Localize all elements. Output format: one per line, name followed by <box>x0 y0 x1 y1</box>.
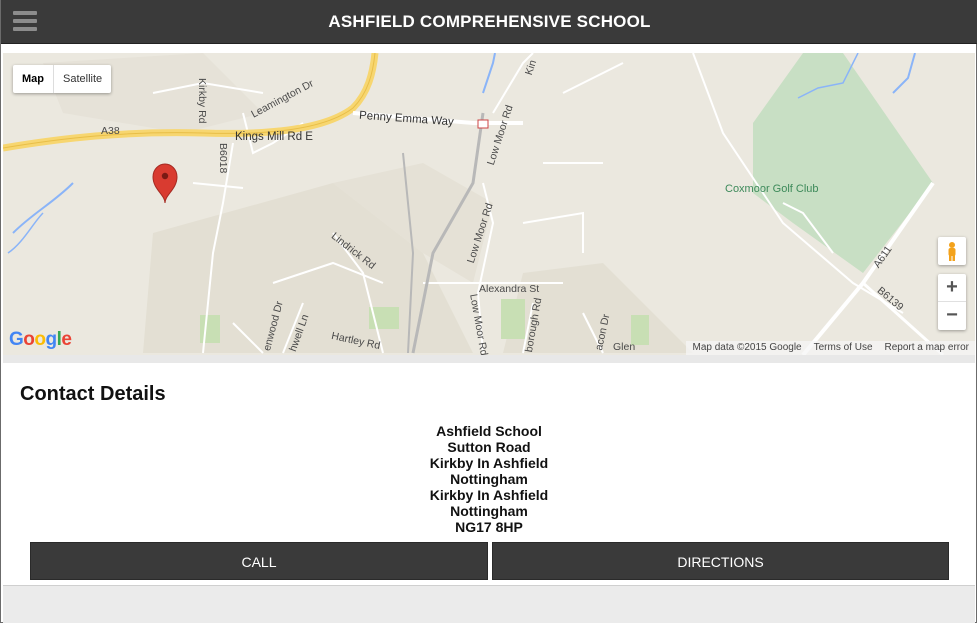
map-label-alexandra: Alexandra St <box>479 283 540 295</box>
app-header: ASHFIELD COMPREHENSIVE SCHOOL <box>1 0 977 44</box>
footer-bar <box>3 585 975 623</box>
contact-details-section: Contact Details Ashfield School Sutton R… <box>3 363 975 585</box>
directions-button[interactable]: DIRECTIONS <box>492 542 949 580</box>
map-marker-icon[interactable] <box>152 163 178 204</box>
app-window: ASHFIELD COMPREHENSIVE SCHOOL A38 Kings … <box>0 0 977 623</box>
address-line: Kirkby In Ashfield <box>429 487 549 503</box>
address-line: Ashfield School <box>436 423 542 439</box>
map-type-map-button[interactable]: Map <box>13 65 54 93</box>
map-view[interactable]: A38 Kings Mill Rd E Penny Emma Way Kirkb… <box>3 53 975 355</box>
map-label-kings-mill: Kings Mill Rd E <box>235 131 313 143</box>
address-line: NG17 8HP <box>455 519 523 535</box>
map-label-coxmoor: Coxmoor Golf Club <box>725 183 819 195</box>
map-label-glen: Glen <box>613 341 636 353</box>
map-label-b6018: B6018 <box>217 143 229 174</box>
map-data-text: Map data ©2015 Google <box>692 342 802 353</box>
zoom-out-button[interactable]: − <box>938 302 966 330</box>
pegman-icon[interactable] <box>938 237 966 265</box>
page-title: ASHFIELD COMPREHENSIVE SCHOOL <box>328 12 651 31</box>
call-button[interactable]: CALL <box>30 542 488 580</box>
terms-of-use-link[interactable]: Terms of Use <box>808 341 879 355</box>
report-map-error-link[interactable]: Report a map error <box>879 341 975 355</box>
zoom-in-button[interactable]: + <box>938 274 966 302</box>
zoom-control: + − <box>938 274 966 330</box>
section-divider <box>3 355 975 363</box>
address-line: Nottingham <box>450 471 528 487</box>
address-line: Sutton Road <box>447 439 531 455</box>
map-label-a38: A38 <box>101 125 120 137</box>
address-line: Kirkby In Ashfield <box>429 455 549 471</box>
map-label-kirkby-rd: Kirkby Rd <box>196 78 208 124</box>
google-logo[interactable]: Google <box>9 329 72 351</box>
map-type-control: Map Satellite <box>13 65 112 93</box>
map-attribution: Map data ©2015 Google Terms of Use Repor… <box>686 341 975 355</box>
contact-details-heading: Contact Details <box>20 383 166 405</box>
address-line: Nottingham <box>450 503 528 519</box>
map-type-satellite-button[interactable]: Satellite <box>54 65 111 93</box>
address-block: Ashfield School Sutton Road Kirkby In As… <box>3 423 975 535</box>
